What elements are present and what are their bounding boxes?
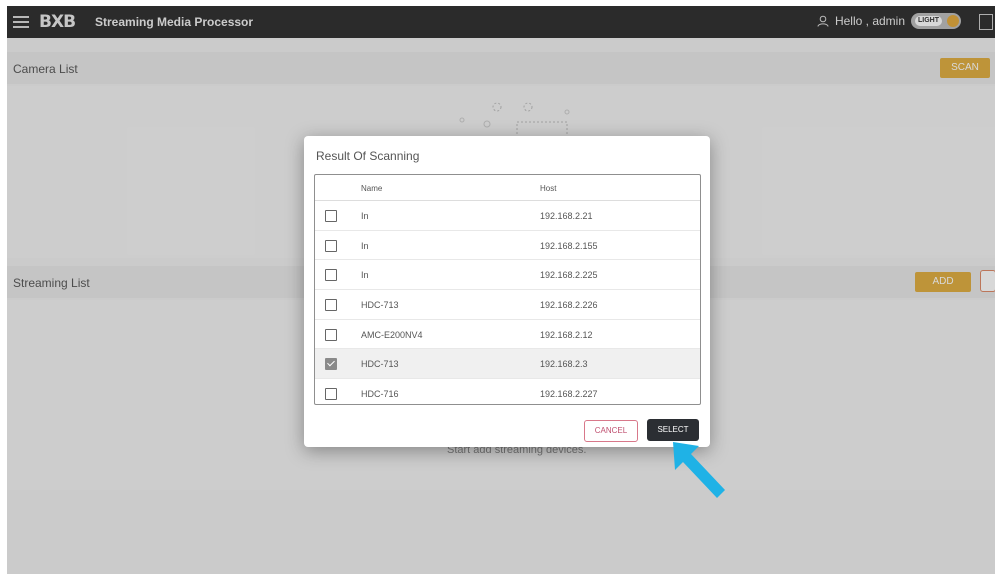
- scan-result-table: Name Host In 192.168.2.21 In 192.168.2.155 I…: [314, 174, 701, 405]
- row-checkbox[interactable]: [325, 239, 337, 252]
- table-body: In 192.168.2.21 In 192.168.2.155 In 192.168.2…: [315, 201, 700, 404]
- table-row[interactable]: In 192.168.2.155: [315, 231, 700, 261]
- row-checkbox[interactable]: [325, 299, 337, 312]
- row-host: 192.168.2.21: [540, 211, 593, 221]
- table-row[interactable]: HDC-713 192.168.2.3: [315, 349, 700, 380]
- table-row[interactable]: HDC-713 192.168.2.226: [315, 290, 700, 320]
- cancel-button[interactable]: CANCEL: [584, 420, 638, 442]
- table-row[interactable]: In 192.168.2.225: [315, 260, 700, 291]
- row-name: In: [361, 211, 369, 221]
- row-host: 192.168.2.226: [540, 300, 598, 311]
- table-row[interactable]: HDC-716 192.168.2.227: [315, 379, 700, 404]
- row-host: 192.168.2.227: [540, 389, 598, 400]
- row-checkbox[interactable]: [325, 328, 337, 341]
- dialog-title: Result Of Scanning: [316, 149, 420, 163]
- column-header-name: Name: [361, 184, 383, 193]
- scan-result-dialog: Result Of Scanning Name Host In 192.168.2…: [304, 136, 710, 447]
- row-checkbox[interactable]: [325, 210, 337, 222]
- row-host: 192.168.2.3: [540, 359, 588, 370]
- row-name: In: [361, 240, 369, 251]
- column-header-host: Host: [540, 184, 557, 193]
- row-name: In: [361, 270, 369, 281]
- table-header: Name Host: [315, 175, 700, 201]
- app-frame: BXB Streaming Media Processor Hello , ad…: [7, 6, 995, 574]
- table-row[interactable]: AMC-E200NV4 192.168.2.12: [315, 320, 700, 350]
- row-checkbox[interactable]: [325, 269, 337, 282]
- table-row[interactable]: In 192.168.2.21: [315, 201, 700, 231]
- row-checkbox[interactable]: [325, 358, 337, 371]
- row-name: HDC-713: [361, 300, 399, 311]
- row-checkbox[interactable]: [325, 388, 337, 401]
- row-host: 192.168.2.12: [540, 329, 593, 340]
- pointer-arrow-icon: [673, 442, 725, 498]
- row-name: HDC-713: [361, 359, 399, 370]
- row-name: AMC-E200NV4: [361, 329, 423, 340]
- row-name: HDC-716: [361, 389, 399, 400]
- row-host: 192.168.2.155: [540, 240, 598, 251]
- row-host: 192.168.2.225: [540, 270, 598, 281]
